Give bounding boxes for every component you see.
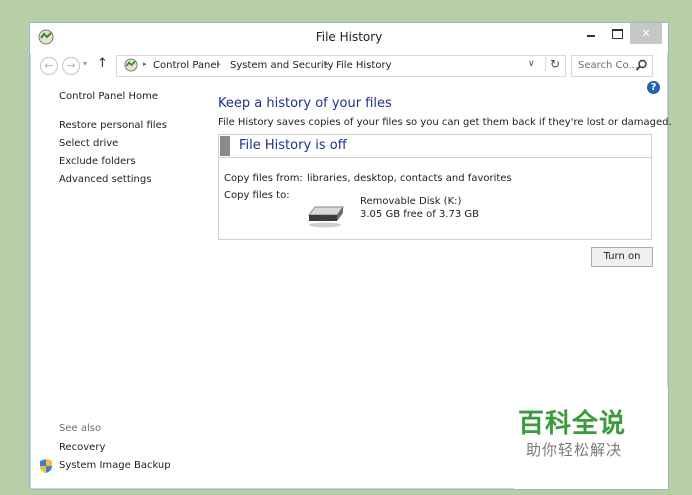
removable-disk-icon xyxy=(308,206,344,228)
copy-to-label: Copy files to: xyxy=(224,190,290,201)
page-heading: Keep a history of your files xyxy=(218,96,392,111)
drive-name: Removable Disk (K:) xyxy=(360,196,462,207)
back-button[interactable]: ← xyxy=(40,57,58,75)
file-history-window: File History ✕ ← → ▾ ↑ ▸ Control Panel ▸… xyxy=(29,22,672,490)
breadcrumb-file-history[interactable]: File History xyxy=(336,60,392,71)
status-accent-bar xyxy=(220,136,230,156)
help-icon[interactable]: ? xyxy=(647,81,660,94)
breadcrumb-separator-icon[interactable]: ▸ xyxy=(325,60,329,68)
sidebar-item-restore-personal-files[interactable]: Restore personal files xyxy=(59,120,167,131)
control-panel-icon xyxy=(124,58,138,72)
breadcrumb-separator-icon: ▸ xyxy=(143,60,147,68)
search-input[interactable]: Search Co... xyxy=(571,55,653,77)
sidebar-item-advanced-settings[interactable]: Advanced settings xyxy=(59,174,151,185)
file-history-status-panel: File History is off Copy files from: lib… xyxy=(218,134,652,240)
refresh-icon[interactable]: ↻ xyxy=(545,57,560,71)
see-also-label: See also xyxy=(59,423,102,434)
watermark: 百科全说 助你轻松解决 xyxy=(514,387,668,489)
recent-locations-icon[interactable]: ▾ xyxy=(83,59,87,68)
address-bar[interactable]: ▸ Control Panel ▸ System and Security ▸ … xyxy=(116,55,566,77)
page-description: File History saves copies of your files … xyxy=(218,117,672,128)
address-dropdown-icon[interactable]: ∨ xyxy=(528,59,535,69)
search-icon[interactable] xyxy=(635,59,648,72)
breadcrumb-control-panel[interactable]: Control Panel xyxy=(153,60,219,71)
shield-icon xyxy=(40,459,52,473)
sidebar-item-recovery[interactable]: Recovery xyxy=(59,442,105,453)
status-title: File History is off xyxy=(239,138,347,153)
sidebar-item-control-panel-home[interactable]: Control Panel Home xyxy=(59,91,158,102)
watermark-title: 百科全说 xyxy=(518,409,627,439)
minimize-button[interactable] xyxy=(578,23,604,44)
watermark-subtitle: 助你轻松解决 xyxy=(526,441,623,459)
forward-button[interactable]: → xyxy=(62,57,80,75)
breadcrumb-system-and-security[interactable]: System and Security xyxy=(230,60,334,71)
sidebar-item-select-drive[interactable]: Select drive xyxy=(59,138,118,149)
turn-on-button[interactable]: Turn on xyxy=(591,247,653,267)
up-arrow-icon[interactable]: ↑ xyxy=(97,56,108,71)
breadcrumb-separator-icon[interactable]: ▸ xyxy=(217,60,221,68)
title-bar: File History ✕ xyxy=(30,23,668,53)
copy-from-label: Copy files from: xyxy=(224,173,303,184)
navigation-bar: ← → ▾ ↑ ▸ Control Panel ▸ System and Sec… xyxy=(30,53,668,77)
search-placeholder: Search Co... xyxy=(578,60,638,71)
status-header: File History is off xyxy=(219,135,651,158)
window-title: File History xyxy=(315,30,383,44)
maximize-button[interactable] xyxy=(604,23,630,44)
sidebar-item-exclude-folders[interactable]: Exclude folders xyxy=(59,156,136,167)
sidebar-item-system-image-backup[interactable]: System Image Backup xyxy=(59,460,171,471)
copy-from-value: libraries, desktop, contacts and favorit… xyxy=(307,173,512,184)
close-button[interactable]: ✕ xyxy=(630,23,662,44)
drive-free-space: 3.05 GB free of 3.73 GB xyxy=(360,209,479,220)
